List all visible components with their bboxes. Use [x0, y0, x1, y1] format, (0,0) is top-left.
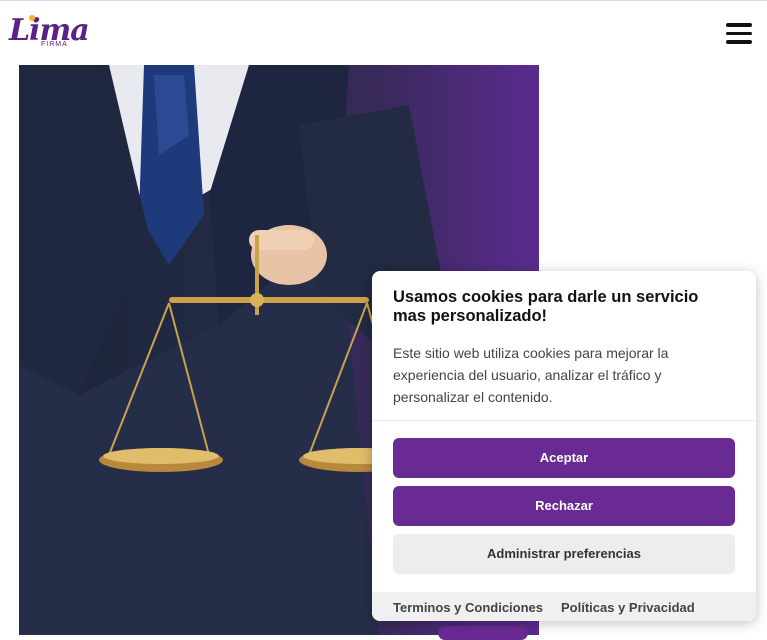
reject-cookies-button[interactable]: Rechazar	[393, 486, 735, 526]
accept-cookies-button[interactable]: Aceptar	[393, 438, 735, 478]
site-header: Lima FIRMA	[0, 1, 767, 65]
cookie-footer: Terminos y Condiciones Políticas y Priva…	[372, 592, 756, 621]
cookie-consent-dialog: Usamos cookies para darle un servicio ma…	[372, 271, 756, 621]
logo-subtitle: FIRMA	[41, 41, 68, 48]
cookie-description: Este sitio web utiliza cookies para mejo…	[393, 345, 669, 405]
menu-bar	[726, 23, 752, 27]
menu-bar	[726, 40, 752, 44]
divider	[372, 420, 756, 421]
cookie-title: Usamos cookies para darle un servicio ma…	[393, 288, 699, 325]
site-logo[interactable]: Lima FIRMA	[9, 14, 90, 54]
hamburger-icon[interactable]	[726, 23, 754, 47]
terms-link[interactable]: Terminos y Condiciones	[393, 600, 543, 615]
menu-bar	[726, 31, 752, 35]
manage-preferences-button[interactable]: Administrar preferencias	[393, 534, 735, 574]
logo-accent-dot	[29, 15, 35, 21]
hero-badge	[438, 626, 528, 640]
privacy-link[interactable]: Políticas y Privacidad	[561, 600, 695, 615]
